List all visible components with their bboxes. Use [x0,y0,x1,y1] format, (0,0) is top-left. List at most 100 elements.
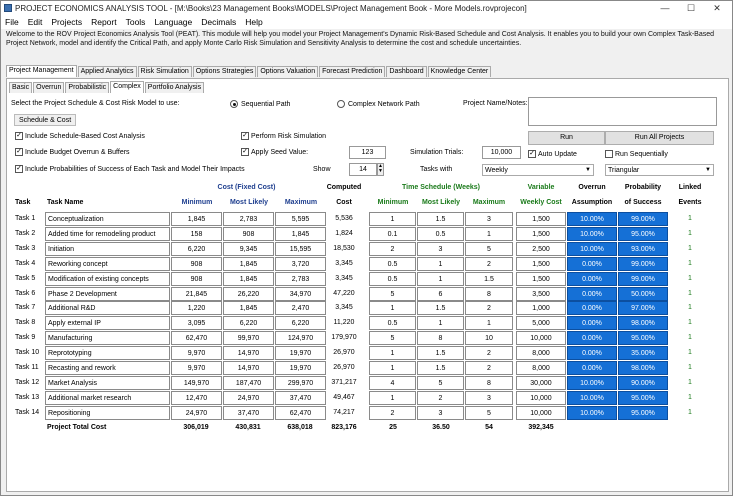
time-ml-input[interactable]: 3 [417,405,464,420]
time-ml-input[interactable]: 1 [417,271,464,286]
time-min-input[interactable]: 2 [369,241,416,256]
menu-file[interactable]: File [5,17,19,27]
task-name-input[interactable]: Conceptualization [45,212,170,226]
prob-success-input[interactable]: 95.00% [618,331,668,346]
tab-applied-analytics[interactable]: Applied Analytics [77,66,137,77]
cost-ml-input[interactable]: 1,845 [223,256,274,271]
time-min-input[interactable]: 0.5 [369,271,416,286]
tab-forecast-prediction[interactable]: Forecast Prediction [319,66,386,77]
overrun-input[interactable]: 10.00% [567,241,617,256]
time-ml-input[interactable]: 3 [417,241,464,256]
complex-network-radio[interactable]: Complex Network Path [337,100,420,108]
task-name-input[interactable]: Market Analysis [45,375,170,390]
cost-min-input[interactable]: 24,970 [171,405,222,420]
weekly-cost-input[interactable]: 1,500 [516,271,566,286]
cost-min-input[interactable]: 62,470 [171,331,222,346]
time-min-input[interactable]: 1 [369,301,416,316]
prob-success-input[interactable]: 98.00% [618,316,668,331]
prob-success-input[interactable]: 95.00% [618,405,668,420]
time-max-input[interactable]: 3 [465,212,513,226]
overrun-input[interactable]: 10.00% [567,212,617,226]
cost-min-input[interactable]: 1,220 [171,301,222,316]
task-name-input[interactable]: Manufacturing [45,331,170,346]
time-min-input[interactable]: 4 [369,375,416,390]
tab-portfolio-analysis[interactable]: Portfolio Analysis [144,82,205,93]
time-max-input[interactable]: 1.5 [465,271,513,286]
project-name-input[interactable] [528,97,717,126]
cost-ml-input[interactable]: 24,970 [223,390,274,405]
task-name-input[interactable]: Recasting and rework [45,361,170,375]
prob-success-input[interactable]: 50.00% [618,286,668,301]
time-min-input[interactable]: 1 [369,361,416,375]
weekly-cost-input[interactable]: 10,000 [516,390,566,405]
overrun-input[interactable]: 0.00% [567,361,617,375]
menu-report[interactable]: Report [91,17,117,27]
weekly-cost-input[interactable]: 30,000 [516,375,566,390]
overrun-input[interactable]: 0.00% [567,271,617,286]
time-ml-input[interactable]: 1.5 [417,346,464,361]
cost-min-input[interactable]: 1,845 [171,212,222,226]
time-ml-input[interactable]: 0.5 [417,226,464,241]
run-all-projects-button[interactable]: Run All Projects [605,131,714,145]
time-max-input[interactable]: 5 [465,405,513,420]
tab-complex[interactable]: Complex [110,81,144,93]
time-min-input[interactable]: 5 [369,331,416,346]
overrun-input[interactable]: 10.00% [567,405,617,420]
task-name-input[interactable]: Additional R&D [45,301,170,316]
time-max-input[interactable]: 1 [465,226,513,241]
time-min-input[interactable]: 2 [369,405,416,420]
overrun-input[interactable]: 10.00% [567,226,617,241]
time-max-input[interactable]: 2 [465,256,513,271]
time-max-input[interactable]: 10 [465,331,513,346]
tasks-with-select[interactable]: Weekly ▼ [482,164,594,176]
task-name-input[interactable]: Added time for remodeling product [45,226,170,241]
weekly-cost-input[interactable]: 1,500 [516,226,566,241]
prob-success-input[interactable]: 93.00% [618,241,668,256]
time-max-input[interactable]: 3 [465,390,513,405]
show-count-spinner[interactable]: ▲ ▼ [377,163,384,176]
weekly-cost-input[interactable]: 2,500 [516,241,566,256]
weekly-cost-input[interactable]: 1,000 [516,301,566,316]
cost-ml-input[interactable]: 37,470 [223,405,274,420]
time-max-input[interactable]: 1 [465,316,513,331]
cost-min-input[interactable]: 6,220 [171,241,222,256]
tab-knowledge-center[interactable]: Knowledge Center [427,66,492,77]
overrun-input[interactable]: 10.00% [567,390,617,405]
time-min-input[interactable]: 0.5 [369,316,416,331]
menu-tools[interactable]: Tools [126,17,146,27]
distribution-select[interactable]: Triangular ▼ [605,164,714,176]
show-count-input[interactable]: 14 [349,163,377,176]
menu-edit[interactable]: Edit [28,17,43,27]
weekly-cost-input[interactable]: 8,000 [516,361,566,375]
time-min-input[interactable]: 1 [369,212,416,226]
cost-min-input[interactable]: 3,095 [171,316,222,331]
time-min-input[interactable]: 5 [369,286,416,301]
seed-value-input[interactable]: 123 [349,146,386,159]
tab-project-management[interactable]: Project Management [6,65,77,77]
task-name-input[interactable]: Reworking concept [45,256,170,271]
time-ml-input[interactable]: 6 [417,286,464,301]
task-name-input[interactable]: Additional market research [45,390,170,405]
tab-basic[interactable]: Basic [9,82,33,93]
cost-ml-input[interactable]: 2,783 [223,212,274,226]
time-max-input[interactable]: 2 [465,301,513,316]
sim-trials-input[interactable]: 10,000 [482,146,521,159]
menu-language[interactable]: Language [154,17,192,27]
time-max-input[interactable]: 8 [465,375,513,390]
prob-success-input[interactable]: 35.00% [618,346,668,361]
time-ml-input[interactable]: 1 [417,316,464,331]
include-prob-checkbox[interactable]: ✓ Include Probabilities of Success of Eac… [15,165,245,173]
tab-options-strategies[interactable]: Options Strategies [192,66,257,77]
cost-min-input[interactable]: 9,970 [171,346,222,361]
cost-min-input[interactable]: 9,970 [171,361,222,375]
overrun-input[interactable]: 0.00% [567,346,617,361]
time-max-input[interactable]: 2 [465,346,513,361]
cost-min-input[interactable]: 149,970 [171,375,222,390]
tab-options-valuation[interactable]: Options Valuation [257,66,319,77]
cost-ml-input[interactable]: 26,220 [223,286,274,301]
tab-dashboard[interactable]: Dashboard [386,66,427,77]
cost-min-input[interactable]: 908 [171,271,222,286]
weekly-cost-input[interactable]: 10,000 [516,331,566,346]
prob-success-input[interactable]: 95.00% [618,226,668,241]
cost-ml-input[interactable]: 1,845 [223,271,274,286]
